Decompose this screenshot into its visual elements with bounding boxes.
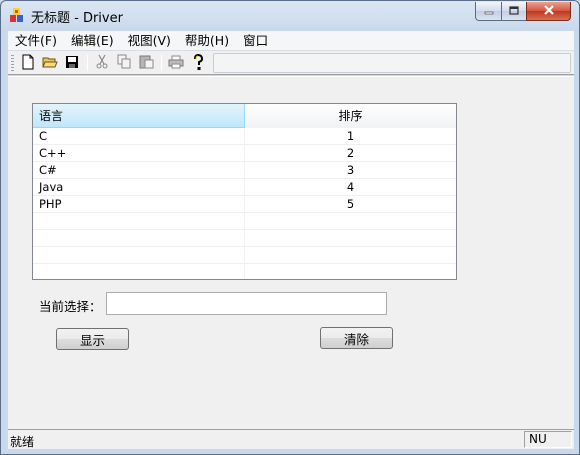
menu-bar: 文件(F) 编辑(E) 视图(V) 帮助(H) 窗口 [8,31,574,51]
language-cell: C [33,128,245,144]
help-icon [192,53,204,73]
menu-window[interactable]: 窗口 [236,31,275,51]
order-cell: 4 [346,180,355,194]
menu-view[interactable]: 视图(V) [121,31,178,51]
help-button[interactable] [188,53,208,73]
current-selection-field[interactable] [106,292,387,315]
empty-row [33,264,456,279]
toolbar-separator [161,55,162,71]
empty-row [33,213,456,230]
status-bar: 就绪 NU [8,429,574,449]
mfc-app-icon [9,7,25,23]
cut-icon [96,54,108,72]
close-button[interactable] [526,2,571,21]
copy-button[interactable] [114,54,134,72]
order-cell: 1 [346,129,355,143]
language-cell: Java [33,179,245,195]
minimize-button[interactable] [475,2,502,21]
list-header: 语言 排序 [33,104,456,128]
open-folder-icon [42,55,58,72]
status-text: 就绪 [10,435,35,449]
menu-file[interactable]: 文件(F) [8,31,64,51]
minimize-icon [484,4,494,18]
menu-help[interactable]: 帮助(H) [178,31,236,51]
save-icon [65,55,79,72]
new-file-button[interactable] [18,54,38,72]
language-cell: PHP [33,196,245,212]
column-header-order[interactable]: 排序 [245,104,456,128]
clear-button[interactable]: 清除 [320,327,393,349]
close-icon [543,4,555,18]
language-list[interactable]: 语言 排序 C 1 C++ 2 C# 3 Java 4 PHP 5 [32,103,457,280]
title-bar[interactable]: 无标题 - Driver [1,1,579,30]
paste-button[interactable] [136,54,156,72]
toolbar-separator [87,55,88,71]
toolbar [8,51,574,75]
list-row[interactable]: Java 4 [33,179,456,196]
column-header-language[interactable]: 语言 [33,104,245,128]
show-button[interactable]: 显示 [56,328,129,350]
order-cell: 3 [346,163,355,177]
cut-button[interactable] [92,54,112,72]
app-window: 无标题 - Driver 文件(F) 编辑(E) 视图(V) 帮助(H) 窗口 [0,0,580,455]
new-file-icon [21,54,35,73]
list-row[interactable]: C# 3 [33,162,456,179]
maximize-icon [509,4,519,18]
maximize-button[interactable] [501,2,527,21]
paste-icon [139,54,154,72]
menu-edit[interactable]: 编辑(E) [64,31,121,51]
window-title: 无标题 - Driver [31,11,123,26]
list-row[interactable]: C++ 2 [33,145,456,162]
save-button[interactable] [62,54,82,72]
toolbar-grip[interactable] [11,55,14,71]
language-cell: C# [33,162,245,178]
print-button[interactable] [166,54,186,72]
empty-row [33,247,456,264]
numlock-indicator: NU [524,431,572,448]
current-selection-label: 当前选择： [39,299,102,314]
copy-icon [117,54,132,72]
list-row[interactable]: C 1 [33,128,456,145]
client-area: 语言 排序 C 1 C++ 2 C# 3 Java 4 PHP 5 当前选择： … [8,76,574,429]
list-row[interactable]: PHP 5 [33,196,456,213]
toolbar-band [213,53,571,73]
empty-row [33,230,456,247]
order-cell: 2 [346,146,355,160]
print-icon [168,55,184,72]
open-file-button[interactable] [40,54,60,72]
order-cell: 5 [346,197,355,211]
list-body: C 1 C++ 2 C# 3 Java 4 PHP 5 [33,128,456,279]
language-cell: C++ [33,145,245,161]
